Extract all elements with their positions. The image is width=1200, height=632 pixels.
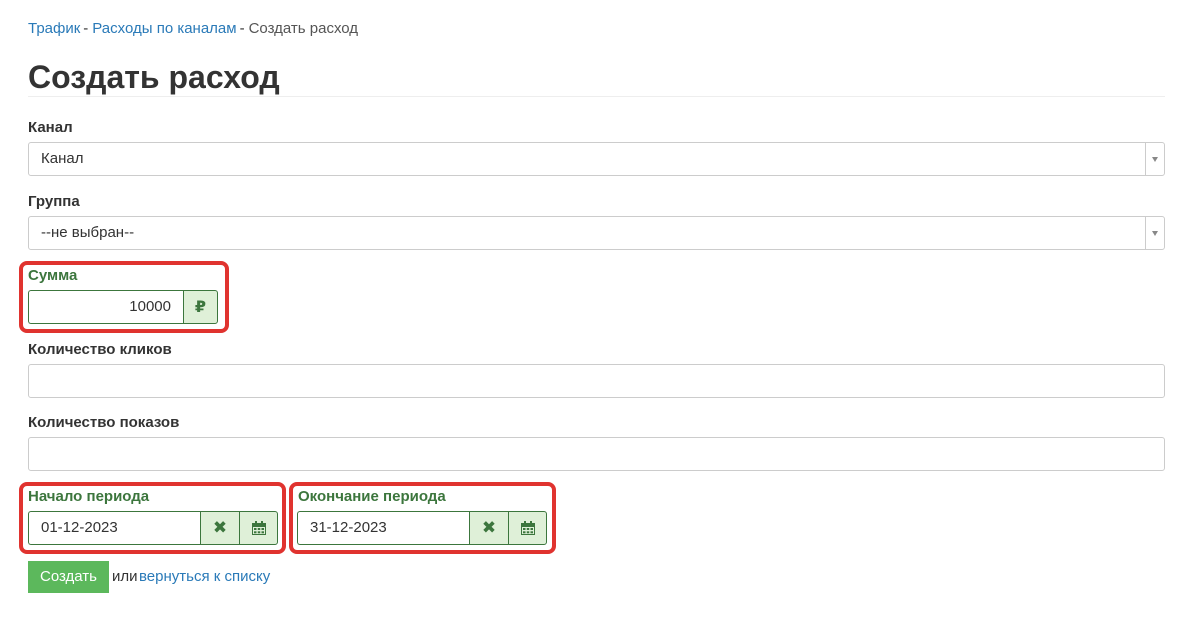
page: Трафик - Расходы по каналам - Создать расход… <box>0 0 1200 632</box>
group-select-toggle[interactable] <box>1145 217 1164 249</box>
chevron-down-icon <box>1152 230 1158 236</box>
amount-input-group: 10000 ₽ <box>28 290 218 324</box>
calendar-icon <box>520 521 535 535</box>
period-start-input[interactable]: 01-12-2023 <box>28 511 200 545</box>
period-start-input-group: 01-12-2023 ✖ <box>28 511 278 545</box>
channel-select[interactable]: Канал <box>28 142 1165 176</box>
impressions-input[interactable] <box>28 437 1165 471</box>
impressions-label: Количество показов <box>28 414 180 431</box>
amount-label: Сумма <box>28 267 78 284</box>
breadcrumb-link-traffic[interactable]: Трафик <box>28 20 80 37</box>
channel-select-toggle[interactable] <box>1145 143 1164 175</box>
or-text: или <box>112 568 138 585</box>
breadcrumb-current: Создать расход <box>248 20 359 37</box>
group-select-value: --не выбран-- <box>41 224 135 241</box>
period-end-input[interactable]: 31-12-2023 <box>297 511 469 545</box>
times-icon: ✖ <box>481 518 497 537</box>
currency-addon: ₽ <box>183 290 218 324</box>
channel-label: Канал <box>28 119 73 136</box>
clicks-input[interactable] <box>28 364 1165 398</box>
breadcrumb-separator: - <box>239 20 245 37</box>
breadcrumb-link-channel-expenses[interactable]: Расходы по каналам <box>92 20 236 37</box>
create-button[interactable]: Создать <box>28 561 109 593</box>
times-icon: ✖ <box>212 518 228 537</box>
period-start-calendar-button[interactable] <box>239 511 278 545</box>
ruble-icon: ₽ <box>194 299 207 316</box>
group-label: Группа <box>28 193 80 210</box>
back-to-list-link[interactable]: вернуться к списку <box>139 568 270 586</box>
period-start-clear-button[interactable]: ✖ <box>200 511 239 545</box>
calendar-icon <box>251 521 266 535</box>
page-title: Создать расход <box>28 59 280 95</box>
period-end-label: Окончание периода <box>298 488 446 505</box>
period-end-calendar-button[interactable] <box>508 511 547 545</box>
period-start-label: Начало периода <box>28 488 150 505</box>
clicks-label: Количество кликов <box>28 341 172 358</box>
channel-select-value: Канал <box>41 150 84 167</box>
amount-input[interactable]: 10000 <box>28 290 183 324</box>
breadcrumb-separator: - <box>83 20 89 37</box>
period-end-clear-button[interactable]: ✖ <box>469 511 508 545</box>
period-end-input-group: 31-12-2023 ✖ <box>297 511 547 545</box>
group-select[interactable]: --не выбран-- <box>28 216 1165 250</box>
title-divider <box>28 96 1165 97</box>
chevron-down-icon <box>1152 156 1158 162</box>
breadcrumb: Трафик - Расходы по каналам - Создать расход <box>28 20 358 38</box>
